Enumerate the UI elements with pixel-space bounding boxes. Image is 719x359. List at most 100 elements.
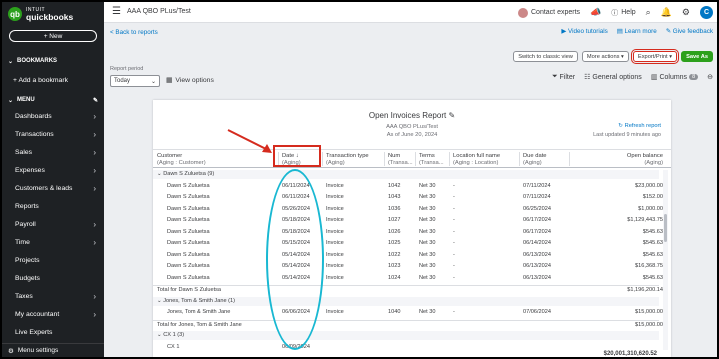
report-period-select[interactable]: Today ⌄ bbox=[110, 75, 160, 87]
chevron-right-icon: › bbox=[93, 129, 96, 139]
sidebar-item-payroll[interactable]: Payroll › bbox=[2, 216, 104, 232]
cell-type[interactable]: Invoice bbox=[326, 183, 344, 189]
sidebar-item-reports[interactable]: Reports bbox=[2, 198, 104, 214]
scrollbar[interactable] bbox=[663, 170, 668, 350]
sidebar: qb INTUIT quickbooks + New ⌄ BOOKMARKS +… bbox=[2, 2, 104, 357]
sidebar-item-sales[interactable]: Sales › bbox=[2, 144, 104, 160]
column-header-2[interactable]: Transaction type (Aging) bbox=[326, 153, 369, 167]
cell-num[interactable]: 1026 bbox=[388, 229, 400, 235]
chevron-right-icon: › bbox=[93, 309, 96, 319]
cell-type[interactable]: Invoice bbox=[326, 240, 344, 246]
sidebar-item-dashboards[interactable]: Dashboards › bbox=[2, 108, 104, 124]
more-actions-button[interactable]: More actions ▾ bbox=[581, 51, 629, 62]
general-options-button[interactable]: ☷ General options bbox=[584, 73, 642, 82]
cell-loc: - bbox=[453, 228, 455, 235]
cell-type[interactable]: Invoice bbox=[326, 217, 344, 223]
brand[interactable]: qb INTUIT quickbooks bbox=[8, 7, 73, 21]
cell-terms: Net 30 bbox=[419, 263, 436, 269]
cell-bal: $15,000.00 bbox=[635, 309, 663, 315]
cell-customer: Dawn S Zuluetsa bbox=[167, 194, 210, 200]
columns-button[interactable]: ▥ Columns 8 bbox=[651, 73, 699, 81]
collapse-icon[interactable]: ⊖ bbox=[707, 73, 713, 81]
give-feedback-link[interactable]: ✎ Give feedback bbox=[666, 28, 713, 35]
user-avatar[interactable]: C bbox=[700, 6, 713, 19]
column-header-0[interactable]: Customer (Aging : Customer) bbox=[157, 153, 206, 167]
group-row[interactable]: ⌄ Dawn S Zuluetsa (9) bbox=[153, 170, 659, 179]
sidebar-item-customers-leads[interactable]: Customers & leads › bbox=[2, 180, 104, 196]
cell-type[interactable]: Invoice bbox=[326, 194, 344, 200]
edit-pencil-icon[interactable]: ✎ bbox=[448, 111, 455, 120]
cell-num[interactable]: 1027 bbox=[388, 217, 400, 223]
save-as-button[interactable]: Save As bbox=[681, 51, 713, 62]
megaphone-icon[interactable]: 📣 bbox=[590, 7, 601, 18]
cell-num[interactable]: 1042 bbox=[388, 183, 400, 189]
view-options-button[interactable]: ▦ View options bbox=[166, 76, 214, 85]
menu-section[interactable]: ⌄ MENU ✎ bbox=[2, 94, 104, 106]
group-row[interactable]: ⌄ Jones, Tom & Smith Jane (1) bbox=[153, 296, 659, 306]
chevron-right-icon: › bbox=[93, 165, 96, 175]
cell-num[interactable]: 1040 bbox=[388, 309, 400, 315]
contact-experts-button[interactable]: Contact experts bbox=[518, 7, 580, 18]
notifications-bell-icon[interactable]: 🔔 bbox=[661, 7, 672, 18]
group-row[interactable]: ⌄ CX 1 (3) bbox=[153, 331, 659, 340]
chevron-right-icon: › bbox=[93, 237, 96, 247]
report-title: Open Invoices Report ✎ bbox=[368, 111, 456, 120]
sidebar-item-my-accountant[interactable]: My accountant › bbox=[2, 306, 104, 322]
sidebar-item-budgets[interactable]: Budgets bbox=[2, 270, 104, 286]
bookmarks-label: BOOKMARKS bbox=[17, 58, 58, 64]
column-header-4[interactable]: Terms (Transa... bbox=[419, 153, 444, 167]
cell-num[interactable]: 1025 bbox=[388, 240, 400, 246]
switch-classic-view-button[interactable]: Switch to classic view bbox=[513, 51, 578, 62]
export-print-button[interactable]: Export/Print ▾ bbox=[630, 49, 680, 64]
settings-gear-icon[interactable]: ⚙ bbox=[682, 7, 690, 18]
new-button[interactable]: + New bbox=[9, 30, 97, 42]
cell-type[interactable]: Invoice bbox=[326, 252, 344, 258]
cell-type[interactable]: Invoice bbox=[326, 309, 344, 315]
cell-type[interactable]: Invoice bbox=[326, 275, 344, 281]
cell-due: 06/17/2024 bbox=[523, 217, 551, 223]
company-name: AAA QBO PLus/Test bbox=[127, 8, 191, 15]
column-header-6[interactable]: Due date (Aging) bbox=[523, 153, 547, 167]
filter-button[interactable]: ⏷ Filter bbox=[552, 73, 575, 81]
video-tutorials-link[interactable]: ▶ Video tutorials bbox=[561, 28, 607, 35]
cell-type[interactable]: Invoice bbox=[326, 229, 344, 235]
cell-loc: - bbox=[453, 240, 455, 246]
cell-terms: Net 30 bbox=[419, 182, 436, 189]
cell-num[interactable]: 1024 bbox=[388, 275, 400, 281]
grand-total: $20,001,310,620.52 bbox=[603, 351, 657, 357]
help-button[interactable]: ⓘ Help bbox=[611, 8, 635, 18]
cell-num[interactable]: 1022 bbox=[388, 252, 400, 258]
add-bookmark-link[interactable]: + Add a bookmark bbox=[2, 72, 104, 88]
search-icon[interactable]: ⌕ bbox=[646, 7, 651, 18]
filter-icon: ⏷ bbox=[551, 73, 558, 80]
cell-num[interactable]: 1036 bbox=[388, 206, 400, 212]
sidebar-item-live-experts[interactable]: Live Experts bbox=[2, 324, 104, 340]
scrollbar-thumb[interactable] bbox=[664, 214, 667, 242]
expert-avatar bbox=[518, 7, 528, 18]
sidebar-item-expenses[interactable]: Expenses › bbox=[2, 162, 104, 178]
refresh-report-link[interactable]: ↻ Refresh report bbox=[618, 123, 661, 129]
feedback-icon: ✎ bbox=[665, 28, 673, 35]
cell-loc: - bbox=[453, 263, 455, 269]
column-header-3[interactable]: Num (Transa... bbox=[388, 153, 413, 167]
learn-more-link[interactable]: ▤ Learn more bbox=[617, 28, 657, 35]
cell-num[interactable]: 1023 bbox=[388, 263, 400, 269]
cell-type[interactable]: Invoice bbox=[326, 263, 344, 269]
sidebar-item-time[interactable]: Time › bbox=[2, 234, 104, 250]
edit-menu-icon[interactable]: ✎ bbox=[93, 97, 98, 104]
cell-bal: $545.63 bbox=[642, 228, 663, 235]
sidebar-item-projects[interactable]: Projects bbox=[2, 252, 104, 268]
sidebar-item-transactions[interactable]: Transactions › bbox=[2, 126, 104, 142]
bookmarks-section[interactable]: ⌄ BOOKMARKS bbox=[2, 55, 104, 67]
cell-customer: ⌄ Jones, Tom & Smith Jane (1) bbox=[157, 297, 235, 304]
column-header-7[interactable]: Open balance (Aging) bbox=[573, 153, 663, 167]
cell-type[interactable]: Invoice bbox=[326, 206, 344, 212]
cell-num[interactable]: 1043 bbox=[388, 194, 400, 200]
column-header-5[interactable]: Location full name (Aging : Location) bbox=[453, 153, 500, 167]
hamburger-menu-icon[interactable]: ☰ bbox=[112, 6, 121, 17]
sidebar-item-taxes[interactable]: Taxes › bbox=[2, 288, 104, 304]
back-to-reports-link[interactable]: < Back to reports bbox=[110, 29, 158, 36]
cell-customer: Total for Jones, Tom & Smith Jane bbox=[157, 321, 242, 328]
menu-settings-button[interactable]: ⚙ Menu settings bbox=[2, 343, 104, 357]
cell-terms: Net 30 bbox=[419, 309, 436, 315]
